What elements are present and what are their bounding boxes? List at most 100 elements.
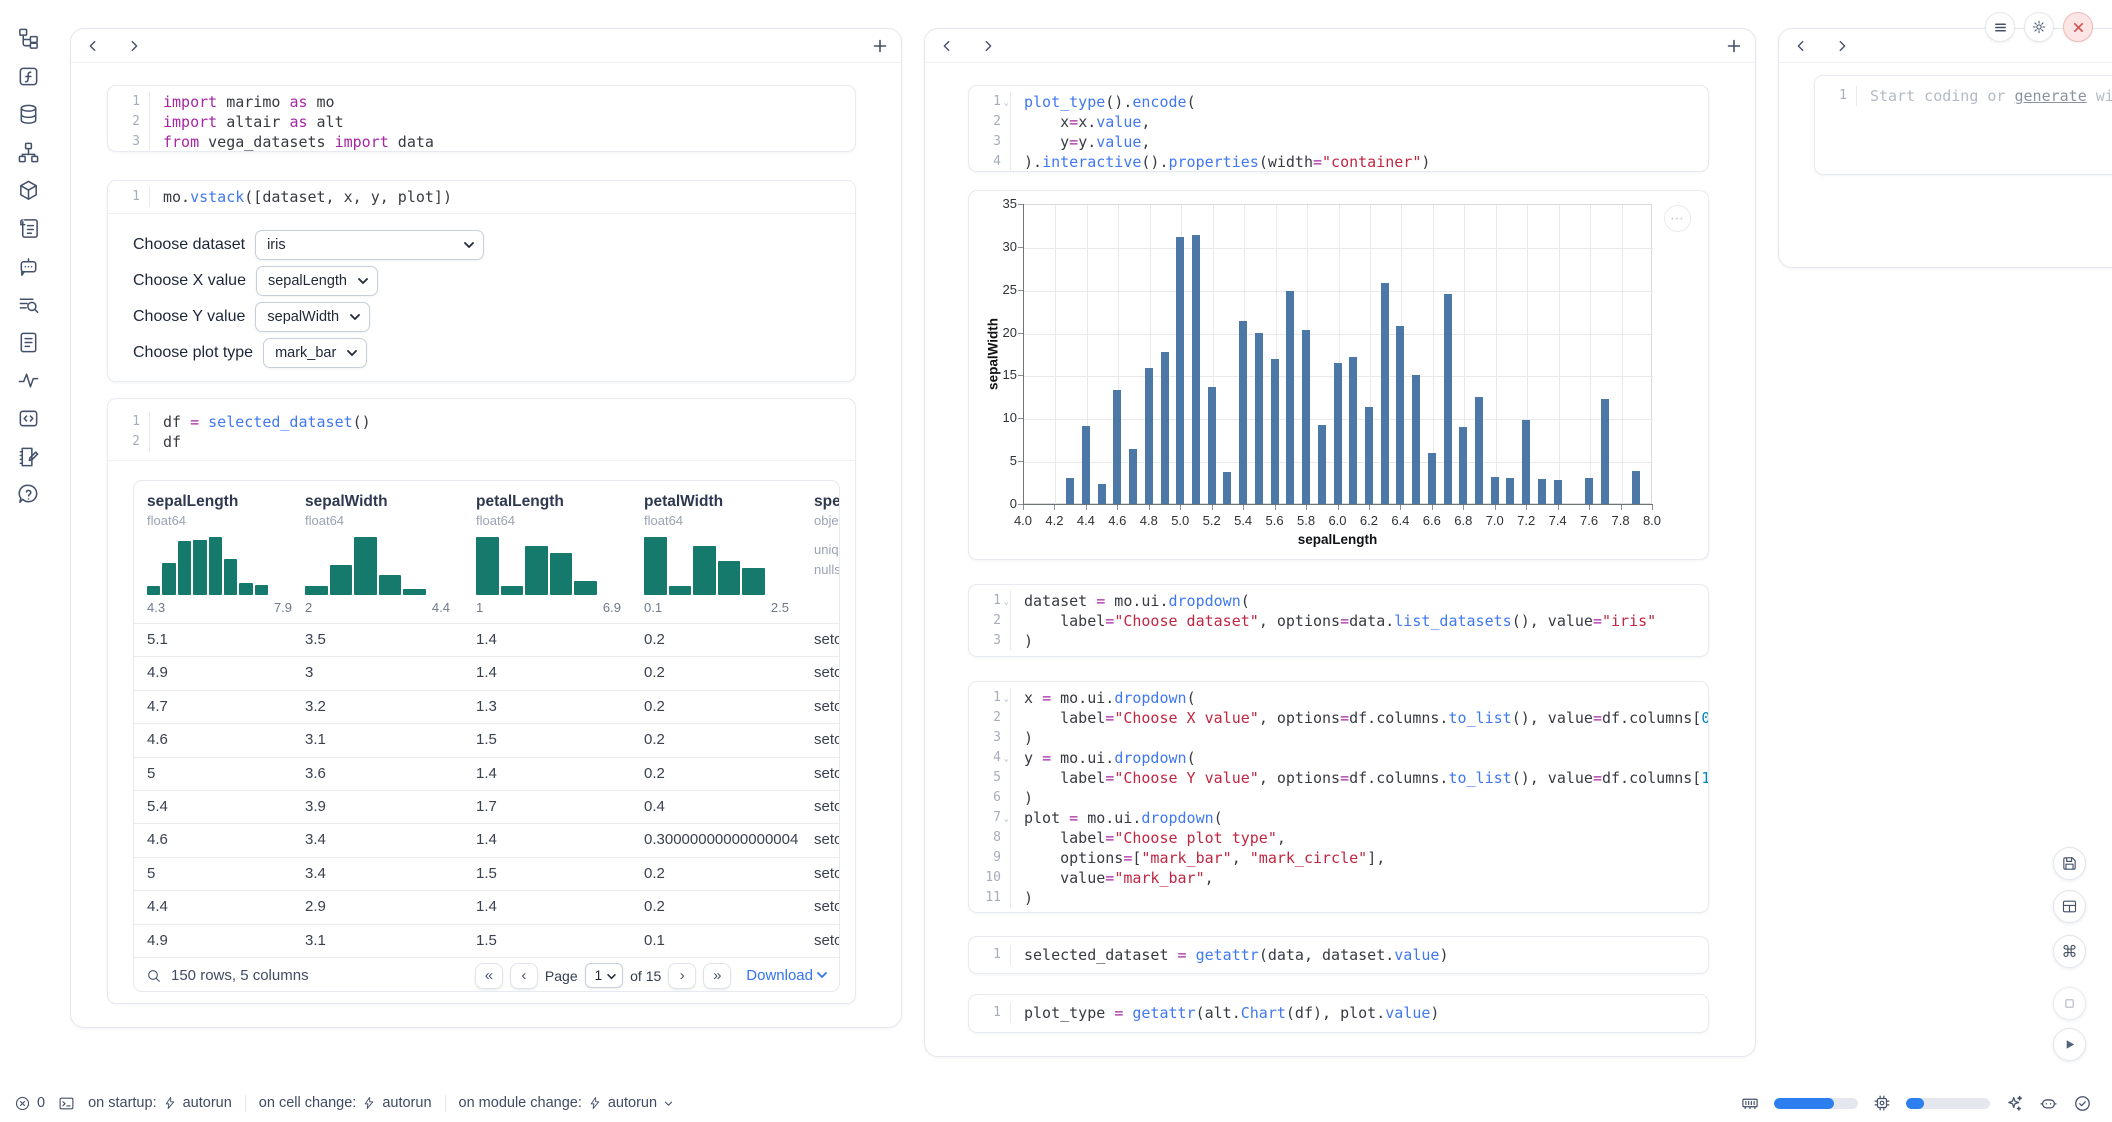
cell-vstack: 1mo.vstack([dataset, x, y, plot]) Choose…	[107, 180, 856, 382]
table-row[interactable]: 5.43.91.70.4setosa	[134, 790, 839, 823]
column-2-next-button[interactable]	[980, 38, 996, 54]
on-cell-change-setting[interactable]: on cell change: autorun	[259, 1095, 432, 1111]
code-editor[interactable]: 1⌄plot_type().encode(2 x=x.value,3 y=y.v…	[969, 86, 1708, 172]
table-column-header[interactable]: petalLengthfloat6416.9	[463, 493, 631, 623]
code-editor[interactable]: 1selected_dataset = getattr(data, datase…	[969, 937, 1708, 973]
code-editor[interactable]: 1mo.vstack([dataset, x, y, plot])	[108, 181, 855, 213]
sidebar-ai-chat-button[interactable]	[16, 254, 41, 279]
next-page-button[interactable]: ›	[668, 963, 696, 989]
sidebar-dependency-graph-button[interactable]	[16, 140, 41, 165]
terminal-button[interactable]	[58, 1095, 75, 1112]
notebook-column-1: 1import marimo as mo2import altair as al…	[70, 28, 902, 1028]
on-module-change-label: on module change:	[459, 1095, 582, 1111]
sidebar-functions-button[interactable]	[16, 64, 41, 89]
x-value-select[interactable]: sepalLength	[256, 266, 378, 296]
sidebar-logs-button[interactable]	[16, 216, 41, 241]
table-row[interactable]: 4.931.40.2setosa	[134, 656, 839, 689]
errors-indicator[interactable]: 0	[14, 1095, 45, 1112]
column-3-prev-button[interactable]	[1793, 38, 1809, 54]
memory-usage-meter	[1774, 1098, 1858, 1109]
sidebar-tracing-button[interactable]	[16, 368, 41, 393]
table-row[interactable]: 5.13.51.40.2setosa	[134, 623, 839, 656]
code-editor[interactable]: 1plot_type = getattr(alt.Chart(df), plot…	[969, 995, 1708, 1031]
table-column-header[interactable]: sepalWidthfloat6424.4	[292, 493, 463, 623]
column-3-next-button[interactable]	[1834, 38, 1850, 54]
memory-icon	[1741, 1094, 1759, 1112]
column-2-add-cell-button[interactable]	[1726, 38, 1742, 54]
marimo-notebook-app: 1import marimo as mo2import altair as al…	[0, 0, 2112, 1122]
on-module-change-setting[interactable]: on module change: autorun	[459, 1095, 675, 1111]
cpu-usage-meter	[1906, 1098, 1990, 1109]
table-row[interactable]: 4.42.91.40.2setosa	[134, 890, 839, 923]
sidebar-snippets-button[interactable]	[16, 330, 41, 355]
chevron-down-icon	[464, 242, 474, 249]
column-1-prev-button[interactable]	[85, 38, 101, 54]
editor-placeholder: Start coding or generate with AI	[1857, 86, 2112, 106]
code-editor[interactable]: 1import marimo as mo2import altair as al…	[108, 86, 855, 152]
error-count: 0	[37, 1095, 45, 1111]
error-circle-icon	[14, 1095, 31, 1112]
stop-kernel-button[interactable]	[2053, 987, 2086, 1020]
sidebar-code-block-button[interactable]	[16, 406, 41, 431]
code-editor[interactable]: 1⌄x = mo.ui.dropdown(2 label="Choose X v…	[969, 682, 1708, 913]
table-row[interactable]: 53.61.40.2setosa	[134, 757, 839, 790]
close-icon	[2072, 21, 2085, 34]
chart-menu-button[interactable]: ⋯	[1664, 205, 1691, 232]
column-1-next-button[interactable]	[126, 38, 142, 54]
table-column-header[interactable]: sepalLengthfloat644.37.9	[134, 493, 292, 623]
sidebar-help-button[interactable]	[16, 482, 41, 507]
y-value-select[interactable]: sepalWidth	[255, 302, 370, 332]
table-row[interactable]: 4.93.11.50.1setosa	[134, 924, 839, 957]
column-2-prev-button[interactable]	[939, 38, 955, 54]
chart-bar	[1271, 359, 1279, 504]
chart-bar	[1396, 326, 1404, 504]
plot-type-select[interactable]: mark_bar	[263, 338, 367, 368]
last-page-button[interactable]: »	[703, 963, 731, 989]
run-all-button[interactable]	[2053, 1028, 2086, 1061]
shutdown-button[interactable]	[2063, 12, 2093, 42]
sidebar-datasources-button[interactable]	[16, 102, 41, 127]
table-column-header[interactable]: petalWidthfloat640.12.5	[631, 493, 801, 623]
dataset-select[interactable]: iris	[255, 230, 484, 260]
help-icon	[17, 483, 40, 506]
app-view-button[interactable]	[2053, 890, 2086, 923]
sidebar-documentation-button[interactable]	[16, 292, 41, 317]
ai-sparkles-icon[interactable]	[2005, 1094, 2024, 1113]
plus-icon	[1726, 38, 1742, 54]
save-notebook-button[interactable]	[2053, 847, 2086, 880]
sidebar-file-tree-button[interactable]	[16, 26, 41, 51]
pagination: « ‹ Page 1 of 15 › » Download	[475, 963, 827, 989]
connection-status-icon[interactable]	[2073, 1094, 2092, 1113]
table-column-header[interactable]: speciesobjectuniquenulls:	[801, 493, 840, 623]
notebook-menu-button[interactable]	[1985, 12, 2015, 42]
search-icon[interactable]	[146, 968, 162, 984]
code-editor[interactable]: 1⌄dataset = mo.ui.dropdown(2 label="Choo…	[969, 585, 1708, 657]
table-row[interactable]: 53.41.50.2setosa	[134, 857, 839, 890]
table-header-row: sepalLengthfloat644.37.9sepalWidthfloat6…	[134, 481, 839, 623]
prev-page-button[interactable]: ‹	[510, 963, 538, 989]
chart-bar	[1286, 291, 1294, 504]
sidebar-packages-button[interactable]	[16, 178, 41, 203]
settings-button[interactable]	[2024, 12, 2054, 42]
code-editor[interactable]: 1df = selected_dataset()2df	[108, 399, 855, 460]
download-button[interactable]: Download	[746, 967, 827, 984]
sidebar-scratchpad-button[interactable]	[16, 444, 41, 469]
table-row[interactable]: 4.63.41.40.30000000000000004setosa	[134, 823, 839, 856]
page-select[interactable]: 1	[585, 963, 624, 988]
column-1-add-cell-button[interactable]	[872, 38, 888, 54]
assistant-bot-icon[interactable]	[2039, 1094, 2058, 1113]
play-icon	[2062, 1037, 2077, 1052]
table-row[interactable]: 4.63.11.50.2setosa	[134, 723, 839, 756]
generate-with-ai-link[interactable]: generate	[2015, 87, 2087, 105]
first-page-button[interactable]: «	[475, 963, 503, 989]
empty-code-editor[interactable]: 1 Start coding or generate with AI	[1815, 76, 2112, 106]
status-bar: 0 on startup: autorun on cell change: au…	[0, 1084, 2112, 1122]
on-startup-setting[interactable]: on startup: autorun	[88, 1095, 232, 1111]
chevron-right-icon	[1835, 39, 1849, 53]
chart-bar	[1255, 333, 1263, 504]
lightning-icon	[163, 1096, 177, 1110]
table-row[interactable]: 4.73.21.30.2setosa	[134, 690, 839, 723]
keyboard-shortcuts-button[interactable]: ⌘	[2053, 935, 2086, 968]
column-histogram	[644, 537, 765, 595]
plot-type-control: Choose plot type mark_bar	[133, 338, 855, 368]
